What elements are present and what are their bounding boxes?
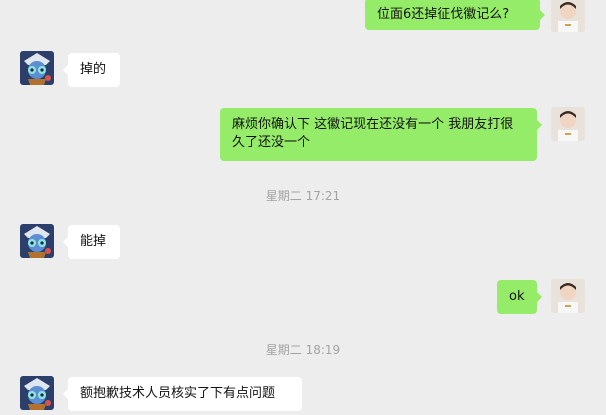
timestamp-text: 星期二 18:19 [265, 343, 341, 357]
message-text: 麻烦你确认下 这徽记现在还没有一个 我朋友打很久了还没一个 [232, 117, 514, 150]
message-bubble-outgoing[interactable]: 位面6还掉征伐徽记么? [365, 0, 545, 30]
bubble-tail [537, 292, 542, 302]
timestamp: 星期二 17:21 [0, 187, 606, 204]
message-bubble-incoming[interactable]: 额抱歉技术人员核实了下有点问题 [63, 377, 302, 411]
message-text: 位面6还掉征伐徽记么? [377, 7, 510, 22]
message-text: 能掉 [80, 234, 107, 249]
timestamp-text: 星期二 17:21 [265, 189, 341, 203]
self-avatar[interactable] [551, 107, 585, 141]
self-avatar[interactable] [551, 0, 585, 32]
message-text: 额抱歉技术人员核实了下有点问题 [80, 386, 276, 401]
message-bubble-incoming[interactable]: 能掉 [63, 225, 120, 259]
bubble-tail [540, 10, 545, 20]
bubble-tail [63, 65, 68, 75]
chat-window: 位面6还掉征伐徽记么? 掉的 麻烦你确认下 这徽记现在还没有一个 我朋友打很久了… [0, 0, 606, 415]
message-text: 掉的 [80, 62, 107, 77]
timestamp: 星期二 18:19 [0, 341, 606, 358]
bubble-tail [63, 389, 68, 399]
contact-avatar[interactable] [20, 51, 54, 85]
message-text: ok [509, 289, 525, 304]
bubble-tail [63, 237, 68, 247]
bubble-tail [537, 120, 542, 130]
contact-avatar[interactable] [20, 224, 54, 258]
message-bubble-outgoing[interactable]: 麻烦你确认下 这徽记现在还没有一个 我朋友打很久了还没一个 [220, 108, 542, 161]
message-bubble-incoming[interactable]: 掉的 [63, 53, 120, 87]
contact-avatar[interactable] [20, 376, 54, 410]
self-avatar[interactable] [551, 279, 585, 313]
message-bubble-outgoing[interactable]: ok [497, 280, 542, 314]
